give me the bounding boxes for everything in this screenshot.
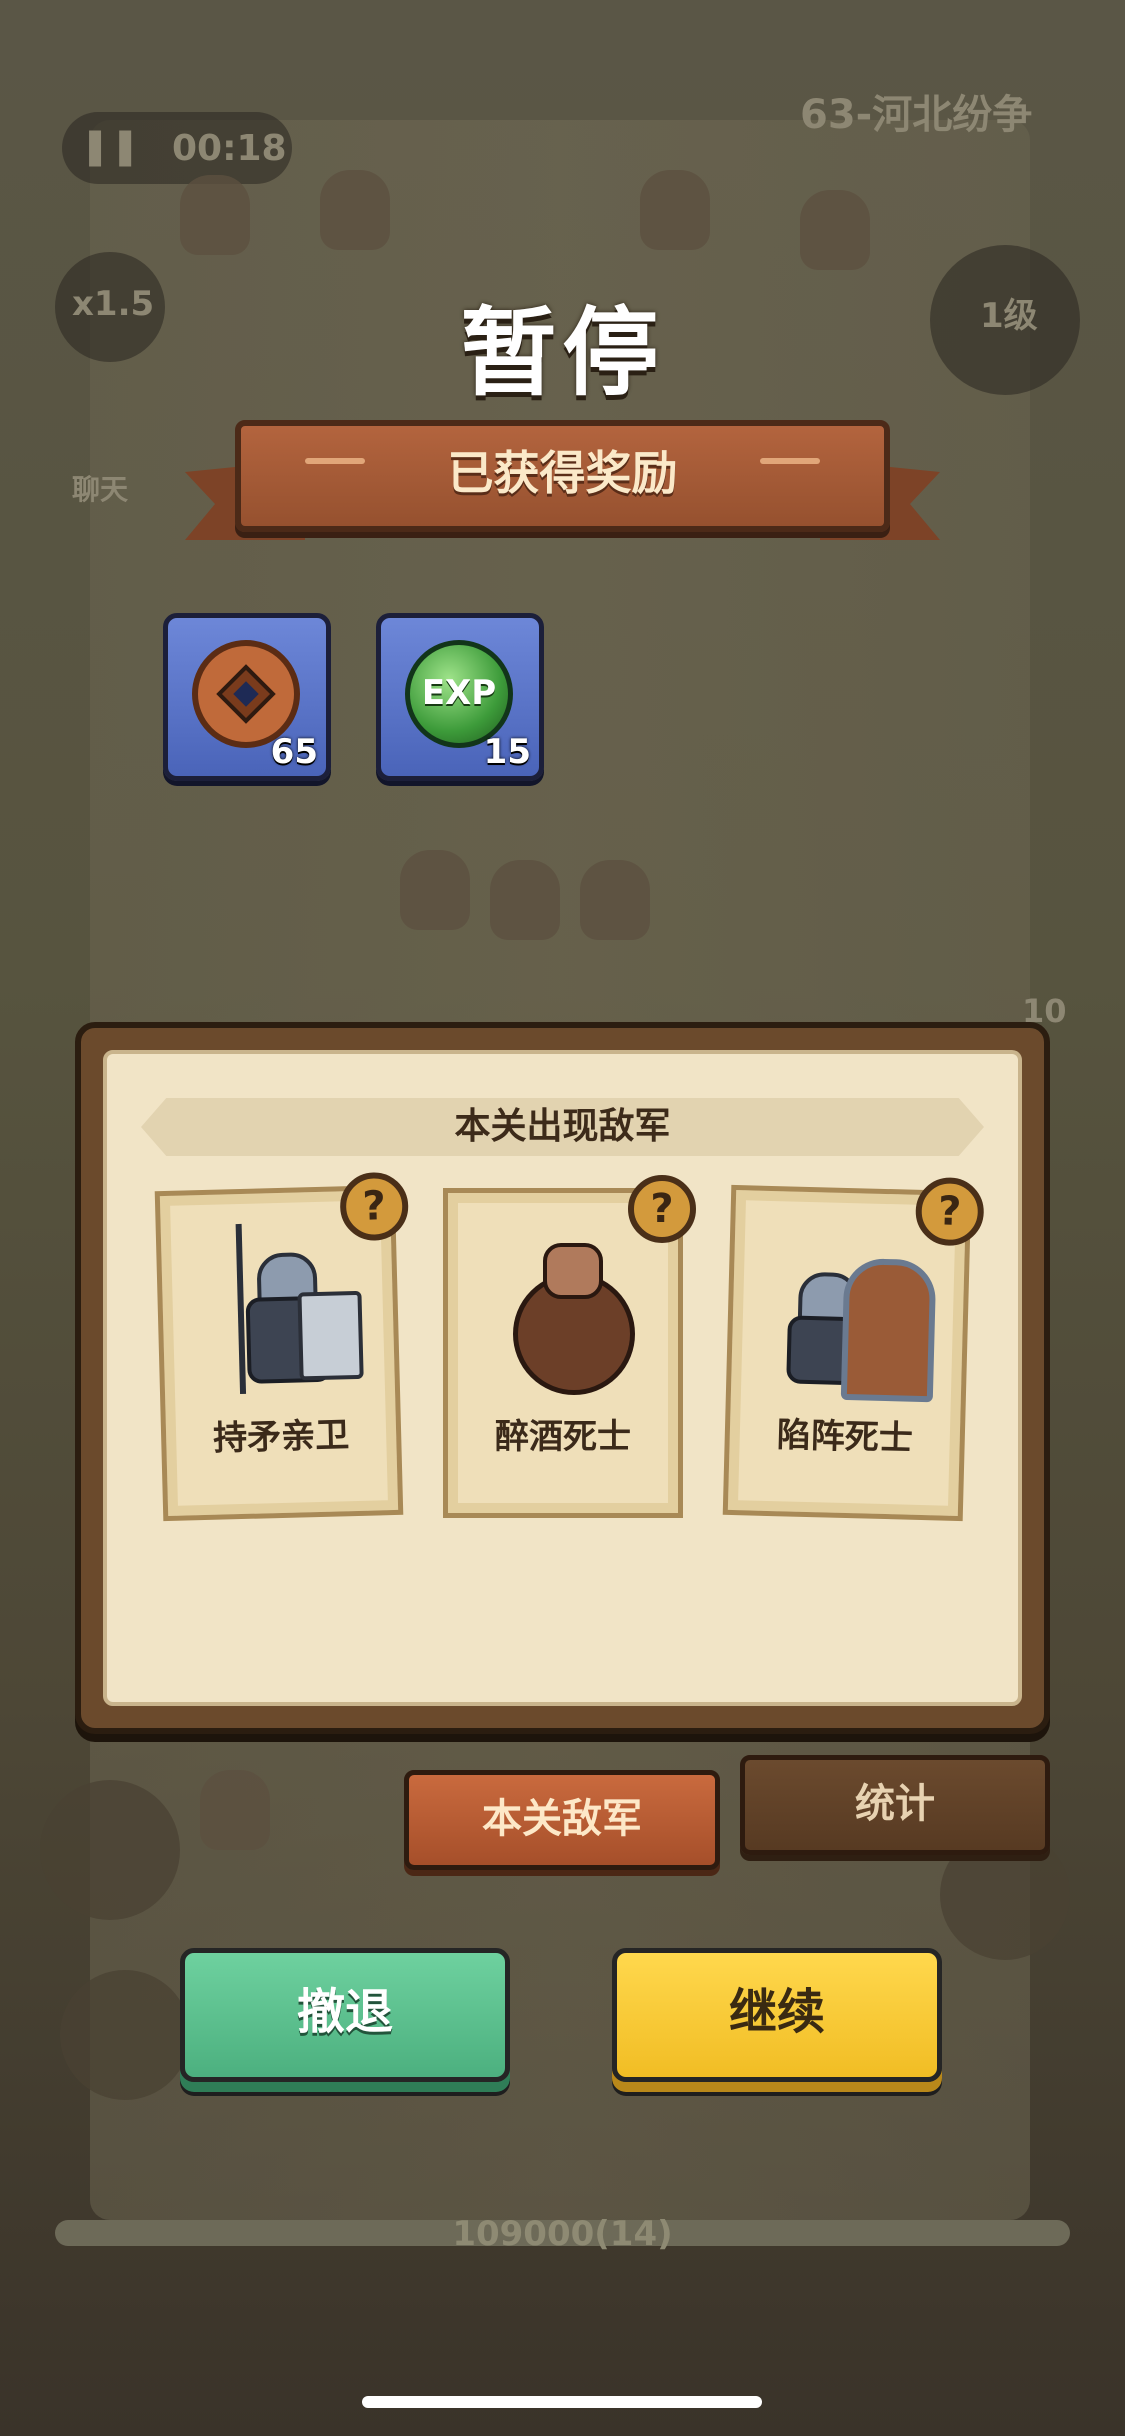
drunk-warrior-icon: [503, 1233, 635, 1395]
enemy-card[interactable]: 陷阵死士 ?: [722, 1176, 985, 1522]
bg-soldier: [800, 190, 870, 270]
score-text: 109000(14): [452, 2214, 673, 2254]
enemy-card[interactable]: 醉酒死士 ?: [443, 1175, 696, 1518]
bg-soldier: [490, 860, 560, 940]
enemy-name: 持矛亲卫: [212, 1415, 350, 1459]
tab-stats[interactable]: 统计: [740, 1755, 1050, 1855]
retreat-button[interactable]: 撤退: [180, 1948, 510, 2082]
battle-timer: 00:18: [172, 128, 287, 169]
enemy-name: 陷阵死士: [776, 1415, 914, 1459]
bg-soldier: [200, 1770, 270, 1850]
pause-icon[interactable]: ❚❚: [80, 126, 140, 167]
pause-title: 暂停: [460, 297, 665, 409]
tab-enemies[interactable]: 本关敌军: [404, 1770, 720, 1870]
enemy-card[interactable]: 持矛亲卫 ?: [154, 1171, 410, 1522]
home-indicator[interactable]: [362, 2396, 762, 2408]
reward-item-exp[interactable]: EXP 15: [376, 613, 544, 781]
rewards-ribbon: 已获得奖励: [185, 410, 940, 540]
reward-count: 15: [483, 732, 531, 772]
continue-button[interactable]: 继续: [612, 1948, 942, 2082]
rewards-header: 已获得奖励: [447, 446, 678, 500]
reward-item-coin[interactable]: 65: [163, 613, 331, 781]
bg-soldier: [400, 850, 470, 930]
ribbon-band: 已获得奖励: [235, 420, 890, 532]
ribbon-ornament: [305, 458, 365, 464]
reward-count: 65: [270, 732, 318, 772]
shield-warrior-icon: [786, 1231, 937, 1403]
bg-skill-icon: [40, 1780, 180, 1920]
bg-soldier: [580, 860, 650, 940]
score-bar: 109000(14): [55, 2214, 1070, 2254]
bg-soldier: [640, 170, 710, 250]
bg-soldier: [320, 170, 390, 250]
enemy-panel-header: 本关出现敌军: [141, 1098, 984, 1156]
enemy-name: 醉酒死士: [495, 1417, 631, 1457]
enemy-panel: 本关出现敌军 持矛亲卫 ? 醉酒死士 ? 陷阵死士 ?: [75, 1022, 1050, 1734]
chat-button[interactable]: 聊天: [72, 468, 128, 508]
ribbon-ornament: [760, 458, 820, 464]
spear-guard-icon: [216, 1223, 364, 1395]
help-icon[interactable]: ?: [628, 1175, 696, 1243]
level-name: 63-河北纷争: [800, 92, 1033, 138]
bg-soldier: [180, 175, 250, 255]
enemy-panel-title: 本关出现敌军: [454, 1106, 671, 1147]
bg-skill-icon: [60, 1970, 190, 2100]
